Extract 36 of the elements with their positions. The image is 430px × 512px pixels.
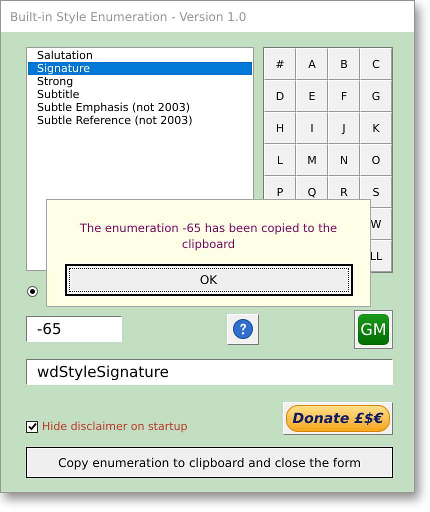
letter-button[interactable]: B — [328, 48, 360, 80]
letter-button[interactable]: C — [360, 48, 392, 80]
letter-button[interactable]: N — [328, 144, 360, 176]
list-item[interactable]: Strong — [28, 75, 252, 88]
gm-button[interactable]: GM — [354, 310, 393, 348]
letter-button[interactable]: K — [360, 112, 392, 144]
letter-button[interactable]: G — [360, 80, 392, 112]
letter-button[interactable]: A — [296, 48, 328, 80]
letter-button[interactable]: D — [264, 80, 296, 112]
letter-button[interactable]: H — [264, 112, 296, 144]
letter-button[interactable]: L — [264, 144, 296, 176]
checkbox[interactable] — [26, 420, 38, 432]
list-item[interactable]: Salutation — [28, 49, 252, 62]
window-title: Built-in Style Enumeration - Version 1.0 — [10, 10, 246, 24]
constant-field[interactable]: wdStyleSignature — [26, 359, 393, 385]
donate-button[interactable]: Donate £$€ — [283, 402, 393, 435]
copy-button[interactable]: Copy enumeration to clipboard and close the form — [26, 447, 393, 478]
ok-button[interactable]: OK — [64, 264, 352, 296]
enumeration-field[interactable]: -65 — [26, 316, 122, 342]
letter-button[interactable]: F — [328, 80, 360, 112]
list-item[interactable]: Subtitle — [28, 88, 252, 101]
list-item[interactable]: Signature — [28, 62, 252, 75]
help-button[interactable] — [227, 314, 259, 344]
letter-button[interactable]: S — [360, 176, 392, 208]
radio-button[interactable] — [27, 286, 38, 296]
letter-button[interactable]: J — [328, 112, 360, 144]
letter-button[interactable]: E — [296, 80, 328, 112]
letter-button[interactable]: O — [360, 144, 392, 176]
help-icon — [233, 319, 253, 339]
letter-button[interactable]: M — [296, 144, 328, 176]
letter-button[interactable]: I — [296, 112, 328, 144]
message-text: The enumeration -65 has been copied to the clipboard — [78, 220, 338, 252]
letter-button[interactable]: # — [264, 48, 296, 80]
list-item[interactable]: Subtle Reference (not 2003) — [28, 114, 252, 127]
list-item[interactable]: Subtle Emphasis (not 2003) — [28, 101, 252, 114]
checkbox-label: Hide disclaimer on startup — [42, 420, 188, 433]
